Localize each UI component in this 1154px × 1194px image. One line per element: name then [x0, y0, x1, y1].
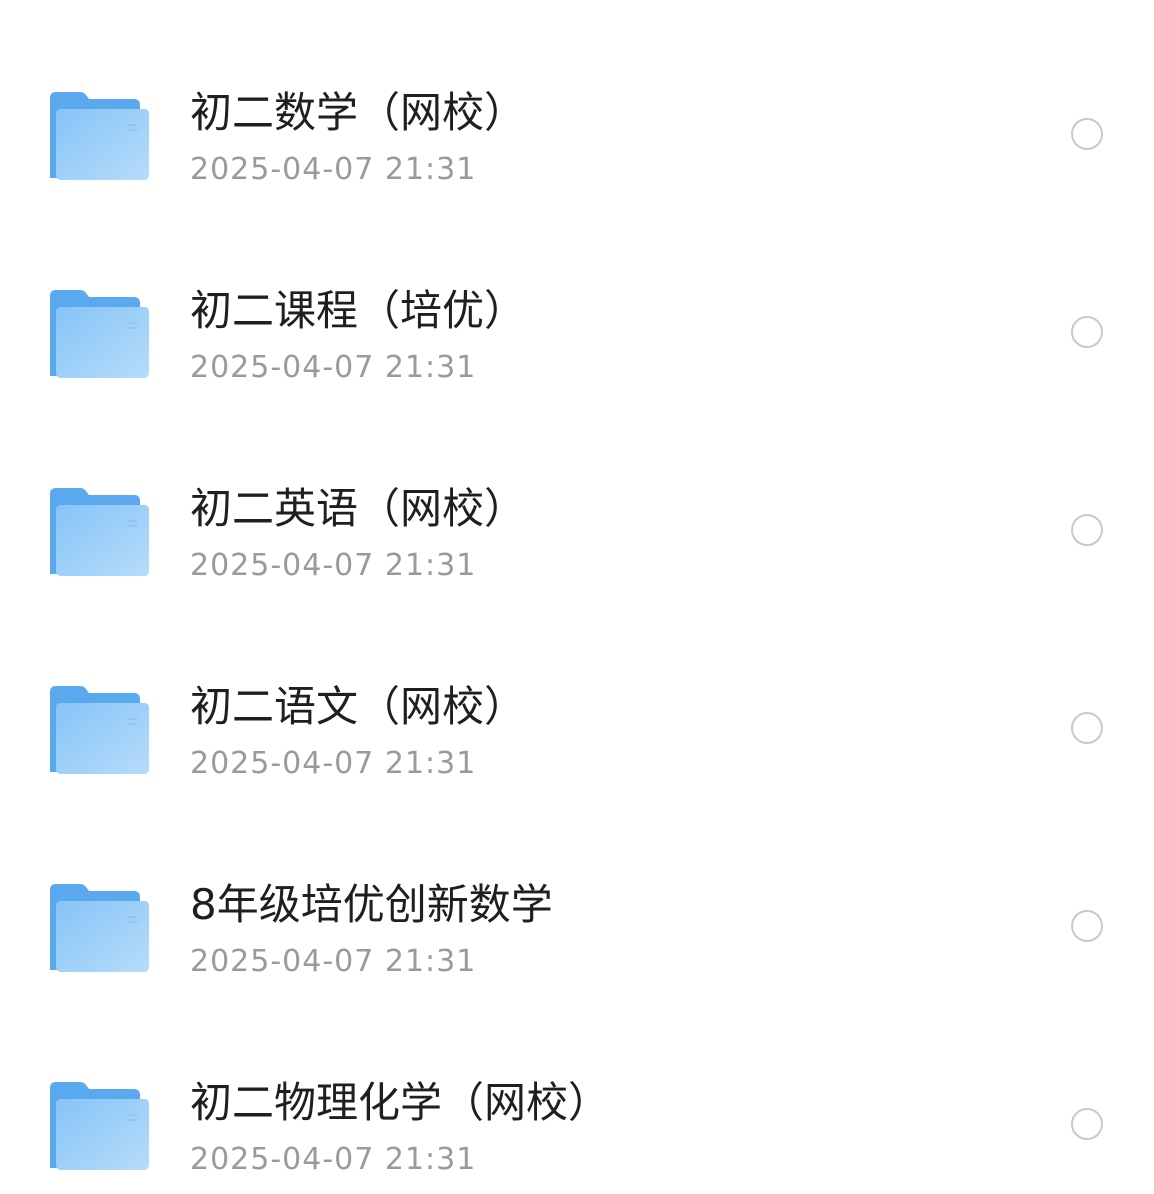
- folder-icon: [48, 288, 152, 382]
- file-name: 初二课程（培优）: [190, 286, 527, 335]
- select-radio[interactable]: [1071, 118, 1103, 150]
- list-item[interactable]: 初二英语（网校） 2025-04-07 21:31: [0, 396, 1154, 594]
- select-radio[interactable]: [1071, 514, 1103, 546]
- select-radio[interactable]: [1071, 316, 1103, 348]
- file-name: 8年级培优创新数学: [190, 880, 553, 929]
- folder-icon: [48, 684, 152, 778]
- list-item[interactable]: 初二数学（网校） 2025-04-07 21:31: [0, 0, 1154, 198]
- select-radio[interactable]: [1071, 1108, 1103, 1140]
- file-name: 初二英语（网校）: [190, 484, 527, 533]
- file-date: 2025-04-07 21:31: [190, 548, 477, 583]
- folder-icon: [48, 486, 152, 580]
- folder-icon: [48, 1080, 152, 1174]
- file-list: 初二数学（网校） 2025-04-07 21:31 初二课程（培优） 2025-…: [0, 0, 1154, 1194]
- file-name: 初二物理化学（网校）: [190, 1078, 611, 1127]
- list-item[interactable]: 8年级培优创新数学 2025-04-07 21:31: [0, 792, 1154, 990]
- folder-icon: [48, 882, 152, 976]
- list-item[interactable]: 初二物理化学（网校） 2025-04-07 21:31: [0, 990, 1154, 1188]
- file-date: 2025-04-07 21:31: [190, 152, 477, 187]
- list-item[interactable]: 初二语文（网校） 2025-04-07 21:31: [0, 594, 1154, 792]
- file-date: 2025-04-07 21:31: [190, 1142, 477, 1177]
- list-item[interactable]: 初二课程（培优） 2025-04-07 21:31: [0, 198, 1154, 396]
- file-date: 2025-04-07 21:31: [190, 944, 477, 979]
- file-name: 初二语文（网校）: [190, 682, 527, 731]
- folder-icon: [48, 90, 152, 184]
- select-radio[interactable]: [1071, 910, 1103, 942]
- file-date: 2025-04-07 21:31: [190, 746, 477, 781]
- file-name: 初二数学（网校）: [190, 88, 527, 137]
- select-radio[interactable]: [1071, 712, 1103, 744]
- file-date: 2025-04-07 21:31: [190, 350, 477, 385]
